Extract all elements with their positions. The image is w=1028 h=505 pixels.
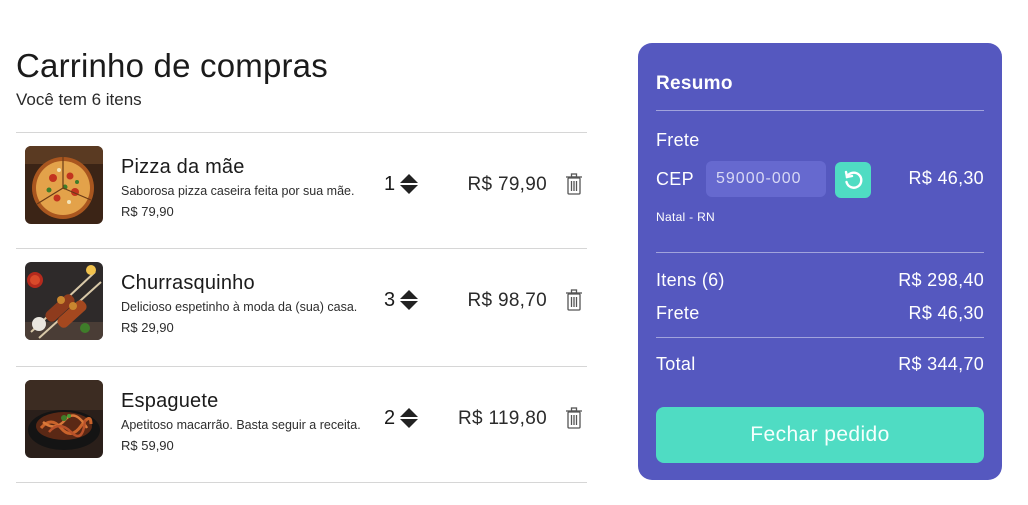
sort-arrows-icon[interactable] xyxy=(400,174,419,194)
items-label: Itens (6) xyxy=(656,270,725,290)
item-description: Apetitoso macarrão. Basta seguir a recei… xyxy=(121,418,361,432)
quantity-stepper[interactable]: 2 xyxy=(384,406,419,430)
trash-icon[interactable] xyxy=(565,173,583,195)
summary-title: Resumo xyxy=(656,73,733,94)
item-unit-price: R$ 79,90 xyxy=(121,204,174,219)
sort-arrows-icon[interactable] xyxy=(400,290,419,310)
quantity-stepper[interactable]: 1 xyxy=(384,172,419,196)
items-value: R$ 298,40 xyxy=(898,270,984,290)
total-value: R$ 344,70 xyxy=(898,354,984,374)
spaghetti-image xyxy=(25,380,103,458)
item-total: R$ 119,80 xyxy=(458,408,547,429)
item-description: Delicioso espetinho à moda da (sua) casa… xyxy=(121,300,358,314)
item-count: Você tem 6 itens xyxy=(16,90,142,109)
quantity-value: 1 xyxy=(384,173,396,195)
quantity-value: 2 xyxy=(384,407,396,429)
skewers-image xyxy=(25,262,103,340)
cep-label: CEP xyxy=(656,169,694,189)
pizza-image xyxy=(25,146,103,224)
page-title: Carrinho de compras xyxy=(16,47,328,84)
cart-item-espaguete: Espaguete Apetitoso macarrão. Basta segu… xyxy=(16,367,587,483)
shopping-cart: Carrinho de compras Você tem 6 itens Piz… xyxy=(16,46,587,483)
total-label: Total xyxy=(656,354,696,374)
sort-arrows-icon[interactable] xyxy=(400,408,419,428)
trash-icon[interactable] xyxy=(565,407,583,429)
item-info: Espaguete Apetitoso macarrão. Basta segu… xyxy=(121,389,381,453)
quantity-stepper[interactable]: 3 xyxy=(384,288,419,312)
cart-items-list: Pizza da mãe Saborosa pizza caseira feit… xyxy=(16,132,587,483)
refresh-icon[interactable] xyxy=(835,162,871,198)
item-unit-price: R$ 59,90 xyxy=(121,438,174,453)
item-unit-price: R$ 29,90 xyxy=(121,320,174,335)
shipping-total-value: R$ 46,30 xyxy=(908,303,984,323)
order-summary-panel: Resumo Frete CEP R$ 46,30 Natal - RN Ite… xyxy=(638,43,1002,480)
cart-item-churrasquinho: Churrasquinho Delicioso espetinho à moda… xyxy=(16,249,587,367)
item-description: Saborosa pizza caseira feita por sua mãe… xyxy=(121,184,355,198)
divider xyxy=(656,110,984,111)
cep-input[interactable] xyxy=(706,161,826,197)
shipping-total-label: Frete xyxy=(656,303,700,323)
item-total: R$ 98,70 xyxy=(467,290,547,311)
item-name: Espaguete xyxy=(121,390,219,412)
divider xyxy=(656,252,984,253)
shipping-heading: Frete xyxy=(656,130,700,150)
item-info: Churrasquinho Delicioso espetinho à moda… xyxy=(121,271,381,335)
divider xyxy=(656,337,984,338)
city-label: Natal - RN xyxy=(656,210,716,224)
item-name: Churrasquinho xyxy=(121,272,255,294)
cep-shipping-value: R$ 46,30 xyxy=(908,168,984,188)
item-name: Pizza da mãe xyxy=(121,156,245,178)
item-info: Pizza da mãe Saborosa pizza caseira feit… xyxy=(121,155,381,219)
item-total: R$ 79,90 xyxy=(467,174,547,195)
trash-icon[interactable] xyxy=(565,289,583,311)
cart-item-pizza: Pizza da mãe Saborosa pizza caseira feit… xyxy=(16,133,587,249)
quantity-value: 3 xyxy=(384,289,396,311)
checkout-button[interactable]: Fechar pedido xyxy=(656,407,984,463)
